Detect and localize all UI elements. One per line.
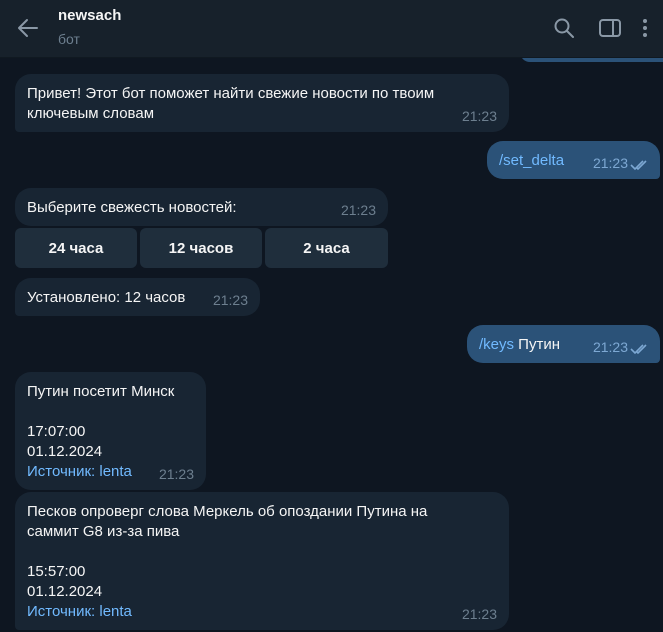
kebab-menu-icon <box>643 19 647 37</box>
source-label: Источник: <box>27 463 100 480</box>
source-link[interactable]: lenta <box>99 603 132 620</box>
chat-header: newsach бот <box>0 0 663 58</box>
source-link[interactable]: lenta <box>99 463 132 480</box>
search-icon <box>554 18 574 38</box>
chat-subtitle: бот <box>58 31 80 47</box>
message-time: 21:23 <box>592 155 628 171</box>
news-date: 01.12.2024 <box>27 443 103 460</box>
message-time: 21:23 <box>461 108 497 124</box>
news-title: Путин посетит Минск <box>27 383 175 400</box>
command-argument: Путин <box>514 336 560 353</box>
news-time: 17:07:00 <box>27 423 86 440</box>
message-text: Выберите свежесть новостей: <box>27 199 237 216</box>
message-time: 21:23 <box>592 339 628 355</box>
bot-command-link[interactable]: /set_delta <box>499 152 564 169</box>
message-text: ключевым словам <box>27 105 155 122</box>
previous-outgoing-message <box>520 58 663 62</box>
news-time: 15:57:00 <box>27 563 86 580</box>
back-button[interactable] <box>8 8 48 48</box>
message-time: 21:23 <box>340 202 376 218</box>
message-time: 21:23 <box>461 606 497 622</box>
chat-title[interactable]: newsach <box>58 7 121 24</box>
bot-command-link[interactable]: /keys <box>479 336 514 353</box>
outgoing-message: /set_delta 21:23 <box>487 141 660 179</box>
search-button[interactable] <box>546 10 582 46</box>
message-time: 21:23 <box>158 466 194 482</box>
message-text: Привет! Этот бот поможет найти свежие но… <box>27 85 435 102</box>
news-title: саммит G8 из-за пива <box>27 523 180 540</box>
message-list[interactable]: Привет! Этот бот поможет найти свежие но… <box>0 58 663 632</box>
message-text: Установлено: 12 часов <box>27 289 186 306</box>
incoming-message: Привет! Этот бот поможет найти свежие но… <box>15 74 509 132</box>
news-date: 01.12.2024 <box>27 583 103 600</box>
incoming-message: Установлено: 12 часов 21:23 <box>15 278 260 316</box>
menu-button[interactable] <box>631 10 659 46</box>
read-checks-icon <box>630 344 647 355</box>
sidebar-toggle-icon <box>599 19 621 37</box>
incoming-message: Выберите свежесть новостей: 21:23 <box>15 188 388 226</box>
message-time: 21:23 <box>212 292 248 308</box>
sidebar-toggle-button[interactable] <box>592 10 628 46</box>
inline-button-2h[interactable]: 2 часа <box>265 228 388 268</box>
inline-button-12h[interactable]: 12 часов <box>140 228 262 268</box>
news-message: Песков опроверг слова Меркель об опоздан… <box>15 492 509 630</box>
arrow-left-icon <box>18 19 38 37</box>
read-checks-icon <box>630 160 647 171</box>
inline-button-24h[interactable]: 24 часа <box>15 228 137 268</box>
outgoing-message: /keys Путин 21:23 <box>467 325 660 363</box>
news-message: Путин посетит Минск 17:07:00 01.12.2024 … <box>15 372 206 490</box>
source-label: Источник: <box>27 603 100 620</box>
news-title: Песков опроверг слова Меркель об опоздан… <box>27 503 428 520</box>
